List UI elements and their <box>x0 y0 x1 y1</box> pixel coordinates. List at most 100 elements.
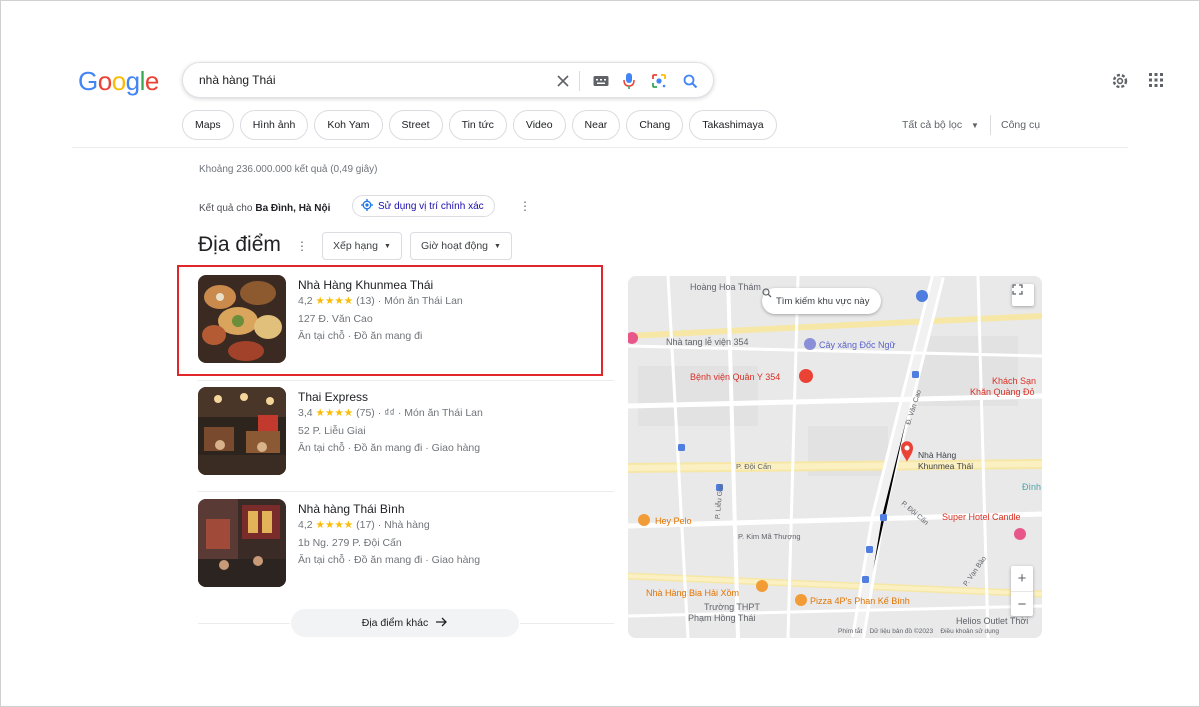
place-name[interactable]: Thai Express <box>298 390 368 404</box>
place-address: 52 P. Liễu Giai <box>298 425 366 437</box>
search-chips: Maps Hình ảnh Koh Yam Street Tin tức Vid… <box>182 110 777 140</box>
place-category: · Nhà hàng <box>377 519 430 531</box>
place-rating: 3,4 <box>298 407 313 419</box>
map-label: Khăn Quàng Đỏ <box>970 387 1035 397</box>
clear-icon[interactable] <box>553 71 573 91</box>
chip-chang[interactable]: Chang <box>626 110 684 140</box>
place-services: Ăn tại chỗ · Đồ ăn mang đi · Giao hàng <box>298 554 481 566</box>
more-divider-left <box>198 623 290 624</box>
filter-rank-button[interactable]: Xếp hạng ▼ <box>322 232 402 260</box>
all-filters-label: Tất cả bộ lọc <box>902 119 963 131</box>
precise-location-button[interactable]: Sử dụng vị trí chính xác <box>352 195 495 217</box>
highlight-box <box>177 265 603 376</box>
map-label: Super Hotel Candle <box>942 512 1021 522</box>
chip-near[interactable]: Near <box>571 110 621 140</box>
place-listing-2[interactable]: Thai Express 3,4 ★★★★ (75) · ₫₫ · Món ăn… <box>198 387 618 477</box>
filter-hours-button[interactable]: Giờ hoạt động ▼ <box>410 232 512 260</box>
map-label: P. Đội Cấn <box>736 462 772 471</box>
listing-divider <box>198 380 614 381</box>
footer-shortcuts[interactable]: Phím tắt <box>838 628 862 635</box>
keyboard-icon[interactable] <box>591 71 611 91</box>
search-this-area-label: Tìm kiếm khu vực này <box>776 295 870 307</box>
chevron-down-icon: ▼ <box>494 242 501 250</box>
lens-icon[interactable] <box>649 71 669 91</box>
header-divider <box>72 147 1128 148</box>
footer-terms[interactable]: Điều khoản sử dụng <box>940 628 999 635</box>
search-this-area-button[interactable]: Tìm kiếm khu vực này <box>762 288 882 314</box>
rating-stars-icon: ★★★★ <box>315 519 354 531</box>
filter-hours-label: Giờ hoạt động <box>421 240 489 252</box>
map-panel[interactable]: Tìm kiếm khu vực này Hoàng Hoa Thám Nhà … <box>628 276 1042 638</box>
place-address: 1b Ng. 279 P. Đội Cấn <box>298 537 402 549</box>
place-photo[interactable] <box>198 387 286 475</box>
map-canvas <box>628 276 1042 638</box>
more-divider-right <box>520 623 614 624</box>
place-photo[interactable] <box>198 499 286 587</box>
google-logo[interactable]: Google <box>78 66 159 97</box>
voice-search-icon[interactable] <box>619 71 639 91</box>
map-footer: Phím tắt Dữ liệu bản đồ ©2023 Điều khoản… <box>838 628 999 635</box>
chip-koh-yam[interactable]: Koh Yam <box>314 110 383 140</box>
map-label: Phạm Hồng Thái <box>688 613 756 623</box>
map-label: Pizza 4P's Phan Kế Bính <box>810 596 910 606</box>
map-label: Nhà tang lễ viện 354 <box>666 337 749 347</box>
place-rating: 4,2 <box>298 519 313 531</box>
map-label: Khunmea Thái <box>918 461 974 471</box>
map-label: Trường THPT <box>704 602 760 612</box>
zoom-out-icon[interactable]: − <box>1011 591 1033 616</box>
listing-divider <box>198 491 614 492</box>
arrow-right-icon <box>436 617 448 630</box>
chip-images[interactable]: Hình ảnh <box>239 110 309 140</box>
chip-street[interactable]: Street <box>388 110 443 140</box>
map-label: Helios Outlet Thời <box>956 616 1029 626</box>
location-target-icon <box>361 198 373 214</box>
chevron-down-icon: ▼ <box>971 121 979 130</box>
all-filters-button[interactable]: Tất cả bộ lọc ▼ <box>902 119 979 131</box>
search-icon[interactable] <box>680 71 700 91</box>
place-reviews: (75) <box>356 407 375 419</box>
place-services: Ăn tại chỗ · Đồ ăn mang đi · Giao hàng <box>298 442 481 454</box>
chip-maps[interactable]: Maps <box>182 110 234 140</box>
chip-takashimaya[interactable]: Takashimaya <box>689 110 777 140</box>
more-options-icon[interactable]: ⋮ <box>519 200 531 212</box>
place-rating-line: 3,4 ★★★★ (75) · ₫₫ · Món ăn Thái Lan <box>298 407 483 419</box>
zoom-in-icon[interactable]: + <box>1011 566 1033 591</box>
location-line: Kết quả cho Ba Đình, Hà Nội <box>199 198 330 218</box>
search-box[interactable]: nhà hàng Thái <box>182 62 714 98</box>
map-label: Bệnh viện Quân Y 354 <box>690 372 781 382</box>
places-more-icon[interactable]: ⋮ <box>296 240 308 252</box>
map-label: Khách Sạn <box>992 376 1037 386</box>
search-divider <box>579 71 580 91</box>
fullscreen-icon[interactable] <box>1012 284 1034 306</box>
footer-map-data: Dữ liệu bản đồ ©2023 <box>869 628 934 635</box>
map-label: Hoàng Hoa Thám <box>690 282 761 292</box>
location-place: Ba Đình, Hà Nội <box>255 202 331 214</box>
more-places-button[interactable]: Địa điểm khác <box>291 609 519 637</box>
map-label: Hey Pelo <box>655 516 692 526</box>
filter-rank-label: Xếp hạng <box>333 240 378 252</box>
map-label: Nhà Hàng <box>918 450 957 460</box>
place-listing-3[interactable]: Nhà hàng Thái Bình 4,2 ★★★★ (17) · Nhà h… <box>198 499 618 589</box>
map-label: Đình <box>1022 482 1042 492</box>
places-title: Địa điểm <box>198 233 281 256</box>
map-label: Nhà Hàng Bia Hải Xồm <box>646 588 740 598</box>
more-places-label: Địa điểm khác <box>361 617 429 629</box>
result-stats: Khoảng 236.000.000 kết quả (0,49 giây) <box>199 164 378 175</box>
chip-news[interactable]: Tin tức <box>448 110 507 140</box>
place-category: · ₫₫ · Món ăn Thái Lan <box>377 407 483 419</box>
search-input[interactable]: nhà hàng Thái <box>199 73 276 87</box>
precise-location-label: Sử dụng vị trí chính xác <box>378 200 484 212</box>
place-name[interactable]: Nhà hàng Thái Bình <box>298 502 405 516</box>
tools-separator <box>990 115 991 135</box>
chip-video[interactable]: Video <box>512 110 566 140</box>
place-rating-line: 4,2 ★★★★ (17) · Nhà hàng <box>298 519 430 531</box>
map-label: Cây xăng Đốc Ngữ <box>819 340 896 350</box>
location-prefix: Kết quả cho <box>199 202 253 214</box>
settings-gear-icon[interactable] <box>1111 72 1129 90</box>
zoom-controls: + − <box>1011 566 1033 616</box>
apps-grid-icon[interactable] <box>1148 72 1166 90</box>
rating-stars-icon: ★★★★ <box>315 407 354 419</box>
place-reviews: (17) <box>356 519 375 531</box>
tools-button[interactable]: Công cụ <box>1001 119 1040 131</box>
chevron-down-icon: ▼ <box>383 242 391 250</box>
